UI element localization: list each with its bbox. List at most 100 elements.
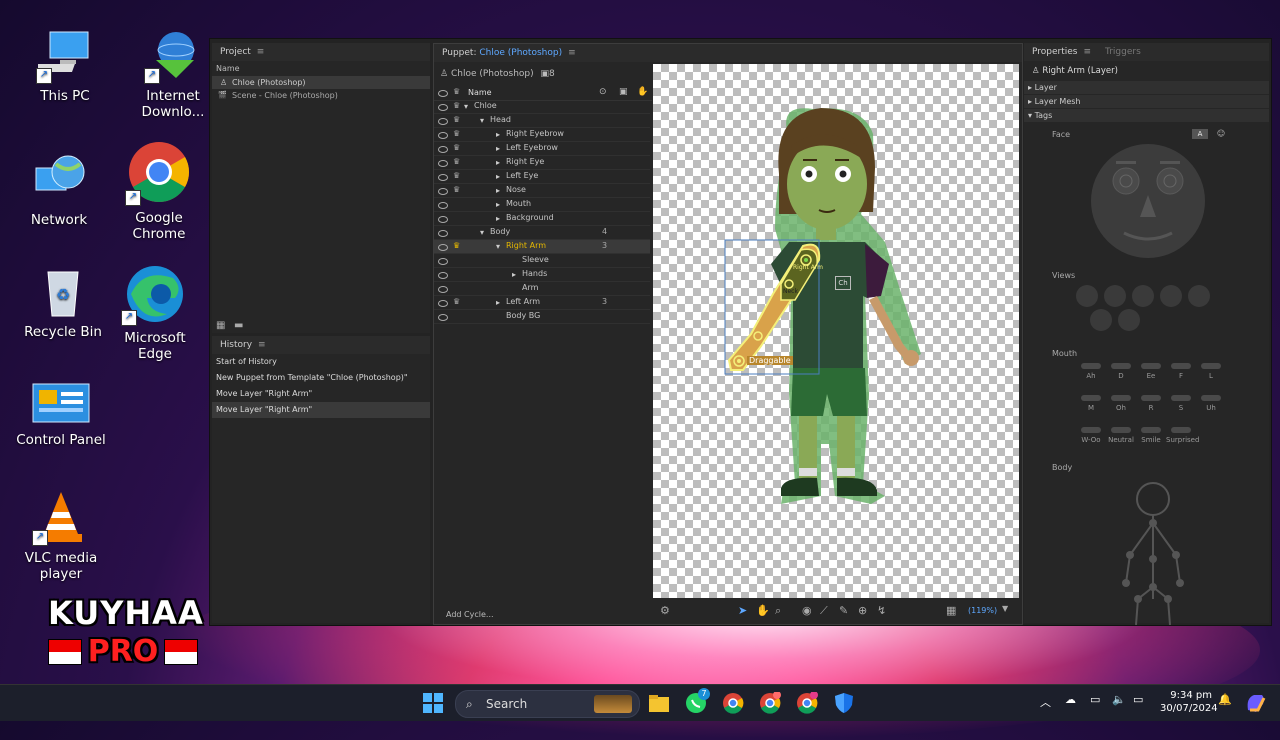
layer-row[interactable]: ♛ ▾ Chloe xyxy=(434,100,650,114)
history-item[interactable]: Move Layer "Right Arm" xyxy=(212,386,430,402)
disclosure-triangle-icon[interactable]: ▸ xyxy=(496,200,500,209)
disclosure-triangle-icon[interactable]: ▸ xyxy=(496,172,500,181)
zoom-tool-icon[interactable]: ⌕ xyxy=(775,604,781,618)
panel-menu-icon[interactable]: ≡ xyxy=(568,48,576,58)
eye-icon[interactable] xyxy=(438,104,448,111)
face-text-toggle[interactable]: A xyxy=(1192,129,1208,139)
eye-icon[interactable] xyxy=(438,216,448,223)
face-graphic-toggle-icon[interactable]: ☺ xyxy=(1214,129,1228,139)
crown-icon[interactable]: ♛ xyxy=(453,143,460,152)
mouth-tag[interactable]: Ah xyxy=(1076,361,1106,391)
eye-icon[interactable] xyxy=(438,258,448,265)
project-item-puppet[interactable]: ♙ Chloe (Photoshop) xyxy=(212,76,430,89)
onedrive-cloud-icon[interactable]: ☁ xyxy=(1065,693,1076,706)
zoom-level[interactable]: (119%) xyxy=(968,606,997,615)
battery-icon[interactable]: ▭ xyxy=(1133,693,1143,706)
eye-icon[interactable] xyxy=(438,286,448,293)
view-tag-icon[interactable] xyxy=(1118,309,1140,331)
section-layer-mesh[interactable]: ▸ Layer Mesh xyxy=(1024,95,1269,108)
file-explorer-icon[interactable] xyxy=(648,692,670,714)
notification-bell-icon[interactable]: 🔔 xyxy=(1218,693,1232,706)
desktop-icon-control-panel[interactable]: Control Panel xyxy=(6,382,116,448)
layer-row[interactable]: Sleeve xyxy=(434,254,650,268)
layer-row[interactable]: Arm xyxy=(434,282,650,296)
project-panel-title[interactable]: Project xyxy=(220,47,251,57)
eye-icon[interactable] xyxy=(438,160,448,167)
handle-tool-icon[interactable]: ⊕ xyxy=(858,604,867,617)
view-tag-icon[interactable] xyxy=(1188,285,1210,307)
disclosure-triangle-icon[interactable]: ▸ xyxy=(496,186,500,195)
panel-menu-icon[interactable]: ≡ xyxy=(257,47,265,57)
layer-row[interactable]: ♛ ▸ Left Arm 3 xyxy=(434,296,650,310)
pin-tool-icon[interactable]: ✎ xyxy=(839,604,848,617)
eye-icon[interactable] xyxy=(438,202,448,209)
crown-icon[interactable]: ♛ xyxy=(453,129,460,138)
crown-icon[interactable]: ♛ xyxy=(453,115,460,124)
crown-icon[interactable]: ♛ xyxy=(453,171,460,180)
origin-tool-icon[interactable]: ◉ xyxy=(802,604,812,617)
mouth-tag[interactable]: R xyxy=(1136,393,1166,423)
disclosure-triangle-icon[interactable]: ▸ xyxy=(496,130,500,139)
eye-icon[interactable] xyxy=(438,132,448,139)
windows-start-icon[interactable] xyxy=(422,692,444,714)
tab-properties[interactable]: Properties xyxy=(1032,47,1077,57)
mouth-tag[interactable]: Ee xyxy=(1136,361,1166,391)
crown-icon[interactable]: ♛ xyxy=(453,297,460,306)
disclosure-triangle-icon[interactable]: ▾ xyxy=(464,102,468,111)
chrome-taskbar-icon[interactable] xyxy=(722,692,744,714)
chrome-profile-icon[interactable] xyxy=(759,691,781,714)
tray-clock[interactable]: 9:34 pm 30/07/2024 xyxy=(1160,689,1218,715)
disclosure-triangle-icon[interactable]: ▸ xyxy=(496,144,500,153)
settings-icon[interactable]: ⚙ xyxy=(660,604,670,617)
layer-row[interactable]: ▾ Body 4 xyxy=(434,226,650,240)
layer-row[interactable]: ♛ ▸ Right Eye xyxy=(434,156,650,170)
layer-row[interactable]: ▸ Hands xyxy=(434,268,650,282)
mouth-tag[interactable]: Oh xyxy=(1106,393,1136,423)
project-item-scene[interactable]: 🎬 Scene - Chloe (Photoshop) xyxy=(212,89,430,102)
crown-icon[interactable]: ♛ xyxy=(453,185,460,194)
add-cycle-button[interactable]: Add Cycle... xyxy=(446,610,494,619)
panel-menu-icon[interactable]: ≡ xyxy=(258,340,266,350)
taskbar-search-box[interactable]: ⌕ Search xyxy=(455,690,640,718)
mouth-tag[interactable]: W-Oo xyxy=(1076,425,1106,455)
stick-tool-icon[interactable]: ⟋ xyxy=(820,604,828,618)
disclosure-triangle-icon[interactable]: ▸ xyxy=(496,298,500,307)
eye-icon[interactable] xyxy=(438,300,448,307)
disclosure-triangle-icon[interactable]: ▸ xyxy=(496,158,500,167)
eye-icon[interactable] xyxy=(438,272,448,279)
crown-icon[interactable]: ♛ xyxy=(453,241,460,250)
history-panel-title[interactable]: History xyxy=(220,340,252,350)
eye-icon[interactable] xyxy=(438,188,448,195)
mouth-tag[interactable]: M xyxy=(1076,393,1106,423)
crown-icon[interactable]: ♛ xyxy=(453,157,460,166)
mouth-tag[interactable]: D xyxy=(1106,361,1136,391)
history-item-selected[interactable]: Move Layer "Right Arm" xyxy=(212,402,430,418)
layer-row[interactable]: Body BG xyxy=(434,310,650,324)
disclosure-triangle-icon[interactable]: ▾ xyxy=(496,242,500,251)
project-name-column[interactable]: Name xyxy=(212,61,430,76)
defender-shield-icon[interactable] xyxy=(833,692,855,714)
mouth-tag[interactable]: Uh xyxy=(1196,393,1226,423)
network-wifi-icon[interactable]: ▭ xyxy=(1090,693,1100,706)
layer-row[interactable]: ♛ ▾ Right Arm 3 xyxy=(434,240,650,254)
eye-icon[interactable] xyxy=(438,230,448,237)
checker-icon[interactable]: ▦ xyxy=(946,604,956,617)
mouth-tag[interactable]: Neutral xyxy=(1106,425,1136,455)
history-item[interactable]: Start of History xyxy=(212,354,430,370)
eye-icon[interactable] xyxy=(438,244,448,251)
view-tag-icon[interactable] xyxy=(1160,285,1182,307)
crown-icon[interactable]: ♛ xyxy=(453,101,460,110)
dangle-tool-icon[interactable]: ↯ xyxy=(877,604,886,617)
layer-row[interactable]: ♛ ▸ Right Eyebrow xyxy=(434,128,650,142)
history-item[interactable]: New Puppet from Template "Chloe (Photosh… xyxy=(212,370,430,386)
puppet-panel-title[interactable]: Puppet: xyxy=(442,48,477,58)
disclosure-triangle-icon[interactable]: ▸ xyxy=(512,270,516,279)
new-scene-icon[interactable]: ▦ xyxy=(216,320,225,331)
mouth-tag[interactable]: Smile xyxy=(1136,425,1166,455)
eye-icon[interactable] xyxy=(438,118,448,125)
desktop-icon-this-pc[interactable]: ↗ This PC xyxy=(10,28,120,104)
layer-row[interactable]: ▸ Mouth xyxy=(434,198,650,212)
mouth-tag[interactable]: S xyxy=(1166,393,1196,423)
chrome-profile-2-icon[interactable] xyxy=(796,691,818,714)
view-tag-icon[interactable] xyxy=(1104,285,1126,307)
